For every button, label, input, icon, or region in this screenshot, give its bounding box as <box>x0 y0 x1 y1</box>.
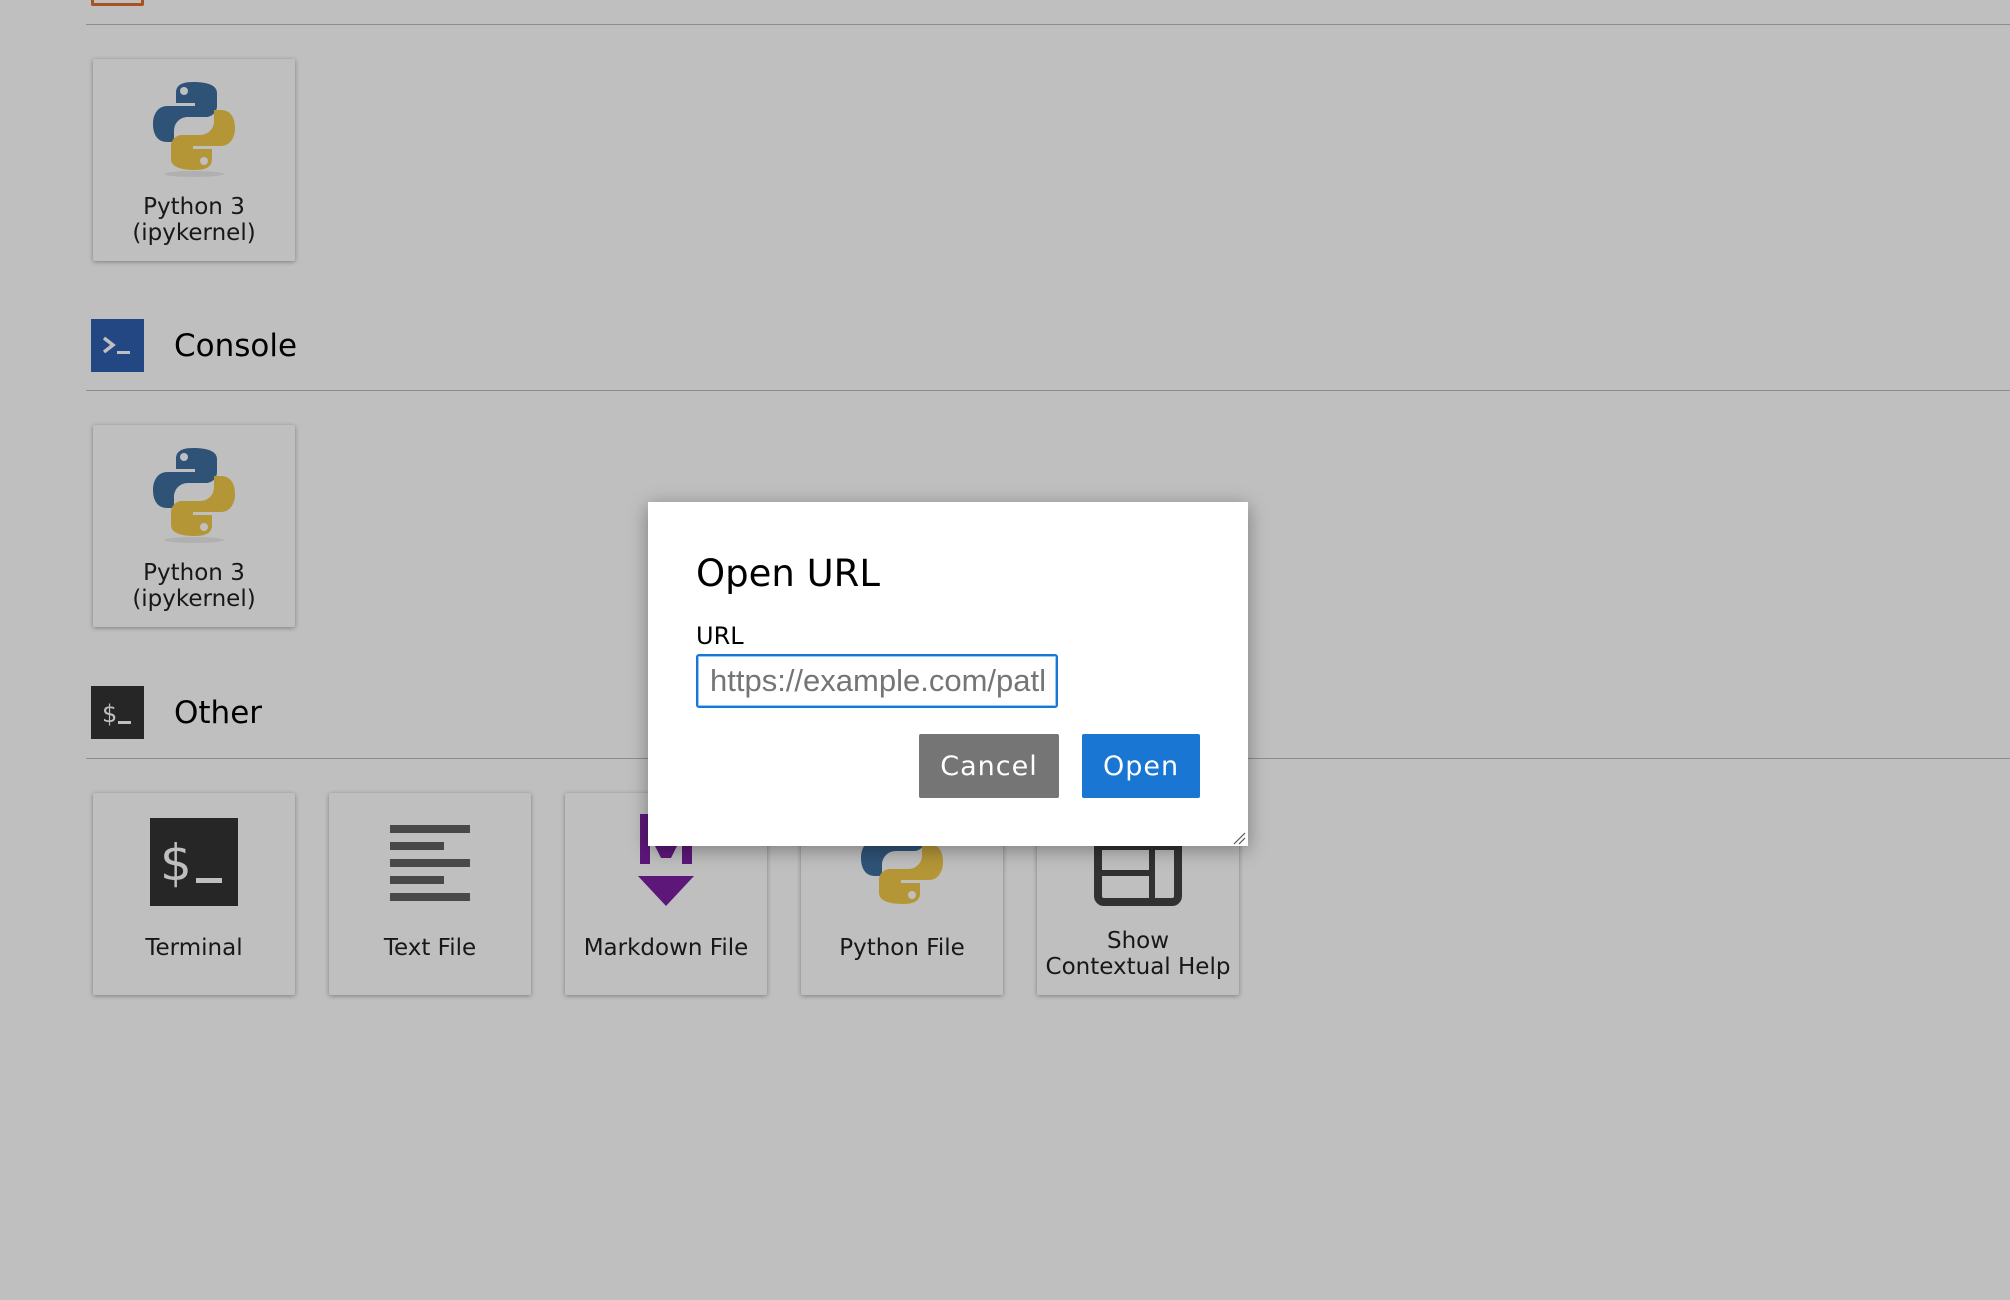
open-button[interactable]: Open <box>1082 734 1200 798</box>
dialog-title: Open URL <box>696 552 880 595</box>
url-field-label: URL <box>696 622 744 650</box>
cancel-button[interactable]: Cancel <box>919 734 1059 798</box>
url-input[interactable] <box>696 654 1058 708</box>
open-url-dialog: Open URL URL Cancel Open <box>648 502 1248 846</box>
resize-grip-icon[interactable] <box>1232 830 1246 845</box>
